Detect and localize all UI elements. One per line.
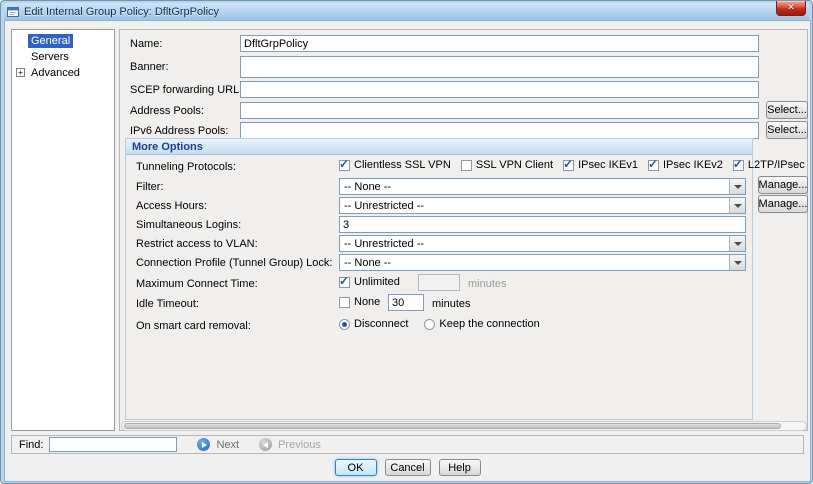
checkbox-idle-none[interactable]: None [339, 296, 380, 308]
horizontal-scrollbar[interactable] [121, 421, 807, 431]
restrict-vlan-dropdown[interactable]: -- Unrestricted -- [339, 235, 746, 252]
edit-group-policy-dialog: Edit Internal Group Policy: DfltGrpPolic… [0, 0, 813, 484]
find-previous-button[interactable]: Previous [278, 439, 321, 451]
simultaneous-logins-input[interactable] [339, 216, 746, 233]
ipv6-pools-input[interactable] [240, 122, 759, 139]
access-hours-selected-value: -- Unrestricted -- [340, 200, 729, 212]
checkbox-icon [733, 160, 744, 171]
checkbox-label: IPsec IKEv1 [578, 159, 638, 171]
find-previous-icon[interactable] [259, 438, 272, 451]
restrict-vlan-label: Restrict access to VLAN: [136, 238, 258, 250]
main-panel: Name: Banner: SCEP forwarding URL: Addre… [119, 29, 808, 431]
chevron-down-icon[interactable] [729, 255, 745, 270]
window-title: Edit Internal Group Policy: DfltGrpPolic… [24, 6, 219, 18]
address-pools-input[interactable] [240, 102, 759, 119]
find-label: Find: [19, 439, 43, 451]
filter-dropdown[interactable]: -- None -- [339, 178, 746, 195]
scrollbar-thumb[interactable] [124, 423, 781, 429]
ok-button[interactable]: OK [335, 459, 377, 476]
filter-label: Filter: [136, 181, 164, 193]
ipv6-pools-label: IPv6 Address Pools: [130, 125, 228, 137]
name-input[interactable] [240, 35, 759, 52]
help-button[interactable]: Help [439, 459, 481, 476]
idle-timeout-label: Idle Timeout: [136, 298, 199, 310]
idle-timeout-minutes-input[interactable] [388, 294, 424, 311]
smart-card-removal-group: Disconnect Keep the connection [339, 318, 540, 330]
checkbox-label: L2TP/IPsec [748, 159, 805, 171]
filter-manage-button[interactable]: Manage... [758, 176, 808, 194]
checkbox-icon [339, 160, 350, 171]
checkbox-icon [339, 277, 350, 288]
profile-lock-selected-value: -- None -- [340, 257, 729, 269]
checkbox-icon [648, 160, 659, 171]
max-connect-minutes-input [418, 274, 460, 291]
banner-label: Banner: [130, 61, 169, 73]
checkbox-icon [339, 297, 350, 308]
category-tree: General Servers + Advanced [11, 29, 115, 431]
address-pools-label: Address Pools: [130, 105, 204, 117]
tree-item-advanced[interactable]: + Advanced [12, 65, 114, 81]
access-hours-manage-button[interactable]: Manage... [758, 195, 808, 213]
max-connect-minutes-unit: minutes [468, 278, 507, 290]
profile-lock-label: Connection Profile (Tunnel Group) Lock: [136, 257, 332, 269]
checkbox-label: SSL VPN Client [476, 159, 553, 171]
checkbox-ssl-vpn-client[interactable]: SSL VPN Client [461, 159, 553, 171]
banner-input[interactable] [240, 56, 759, 78]
radio-icon [424, 319, 435, 330]
tree-item-general[interactable]: General [12, 33, 114, 49]
find-next-button[interactable]: Next [216, 439, 239, 451]
scep-url-input[interactable] [240, 81, 759, 98]
address-pools-select-button[interactable]: Select... [766, 101, 808, 119]
filter-selected-value: -- None -- [340, 181, 729, 193]
name-label: Name: [130, 38, 162, 50]
ipv6-pools-select-button[interactable]: Select... [766, 121, 808, 139]
more-options-group: More Options Tunneling Protocols: Client… [125, 138, 753, 420]
find-next-icon[interactable] [197, 438, 210, 451]
more-options-header[interactable]: More Options [126, 139, 752, 155]
expand-icon[interactable]: + [16, 68, 25, 77]
radio-icon [339, 319, 350, 330]
checkbox-clientless-ssl-vpn[interactable]: Clientless SSL VPN [339, 159, 451, 171]
restrict-vlan-selected-value: -- Unrestricted -- [340, 238, 729, 250]
checkbox-icon [461, 160, 472, 171]
tunneling-protocols-label: Tunneling Protocols: [136, 161, 236, 173]
checkbox-unlimited[interactable]: Unlimited [339, 276, 400, 288]
simultaneous-logins-label: Simultaneous Logins: [136, 219, 241, 231]
chevron-down-icon[interactable] [729, 236, 745, 251]
access-hours-label: Access Hours: [136, 200, 207, 212]
tree-item-label: General [28, 34, 73, 48]
checkbox-label: Unlimited [354, 276, 400, 288]
chevron-down-icon[interactable] [729, 198, 745, 213]
idle-timeout-minutes-unit: minutes [432, 298, 471, 310]
checkbox-label: None [354, 296, 380, 308]
smart-card-removal-label: On smart card removal: [136, 320, 251, 332]
access-hours-dropdown[interactable]: -- Unrestricted -- [339, 197, 746, 214]
footer-buttons: OK Cancel Help [5, 459, 810, 477]
tree-item-servers[interactable]: Servers [12, 49, 114, 65]
tunneling-protocols-group: Clientless SSL VPN SSL VPN Client IPsec … [339, 159, 805, 171]
chevron-down-icon[interactable] [729, 179, 745, 194]
checkbox-ipsec-ikev2[interactable]: IPsec IKEv2 [648, 159, 723, 171]
close-button[interactable]: ✕ [776, 1, 806, 16]
max-connect-time-label: Maximum Connect Time: [136, 278, 258, 290]
radio-label: Disconnect [354, 318, 408, 330]
scep-url-label: SCEP forwarding URL: [130, 84, 242, 96]
radio-disconnect[interactable]: Disconnect [339, 318, 408, 330]
titlebar: Edit Internal Group Policy: DfltGrpPolic… [4, 3, 809, 20]
checkbox-ipsec-ikev1[interactable]: IPsec IKEv1 [563, 159, 638, 171]
profile-lock-dropdown[interactable]: -- None -- [339, 254, 746, 271]
tree-item-label: Servers [28, 50, 72, 64]
radio-keep-connection[interactable]: Keep the connection [424, 318, 539, 330]
find-input[interactable] [49, 437, 177, 452]
radio-label: Keep the connection [439, 318, 539, 330]
dialog-icon [7, 6, 19, 18]
dialog-content: General Servers + Advanced Name: Banner:… [4, 20, 811, 482]
checkbox-label: IPsec IKEv2 [663, 159, 723, 171]
tree-item-label: Advanced [28, 66, 83, 80]
checkbox-icon [563, 160, 574, 171]
checkbox-label: Clientless SSL VPN [354, 159, 451, 171]
checkbox-l2tp-ipsec[interactable]: L2TP/IPsec [733, 159, 805, 171]
find-bar: Find: Next Previous [11, 435, 804, 454]
cancel-button[interactable]: Cancel [385, 459, 431, 476]
